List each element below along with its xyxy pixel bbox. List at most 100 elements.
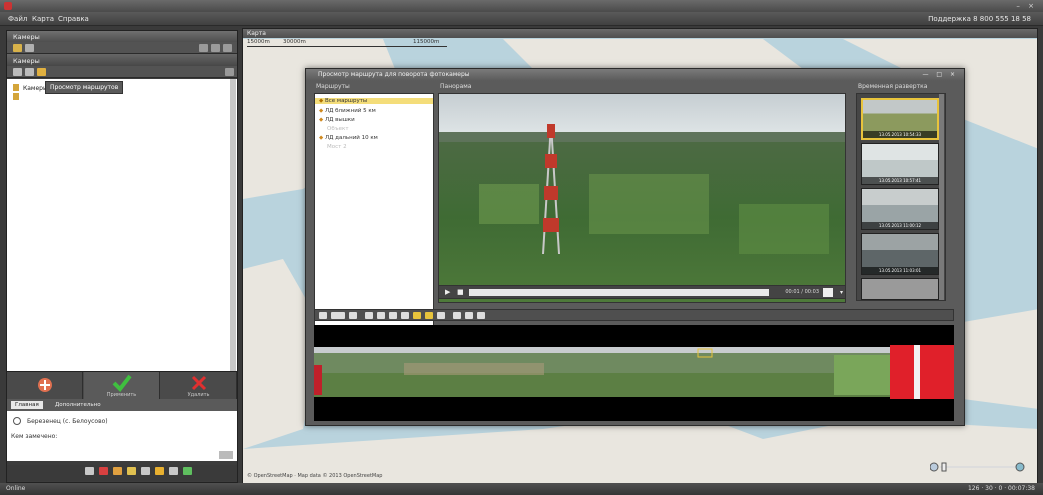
camera-icon[interactable] — [25, 44, 34, 52]
support-link[interactable]: Поддержка 8 800 555 18 58 — [928, 15, 1031, 23]
thumbnail[interactable]: 13.05.2013 11:00:12 — [861, 188, 939, 230]
camera-image — [439, 94, 845, 302]
add-button[interactable] — [7, 372, 83, 400]
tab-extra[interactable]: Дополнительно — [51, 401, 105, 409]
panel-toolbar — [7, 42, 237, 54]
record-icon[interactable] — [349, 312, 357, 319]
status-bar: Online 126 · 30 · 0 · 00:07:38 — [0, 483, 1043, 495]
checkmark-icon — [112, 374, 132, 393]
pointer-icon[interactable] — [319, 312, 327, 319]
warning-icon[interactable] — [155, 467, 164, 475]
help-icon[interactable] — [85, 467, 94, 475]
thumbnail[interactable]: 13.05.2013 10:57:41 — [861, 143, 939, 185]
player-controls: ▶ ■ 00:01 / 00:03 ▾ — [438, 285, 846, 299]
tree-node-cameras[interactable]: Камеры — [23, 85, 48, 92]
camera-name: Березенец (с. Белоусово) — [27, 418, 108, 425]
route-item[interactable]: ◆ Все маршруты — [315, 98, 433, 104]
fullscreen-icon[interactable] — [823, 288, 833, 297]
delete-button[interactable]: Удалить — [161, 372, 237, 400]
delete-icon — [191, 375, 206, 391]
route-view-icon[interactable] — [37, 68, 46, 76]
cameras-header: Камеры — [7, 54, 237, 66]
cameras-toolbar — [7, 66, 237, 78]
details-tabs: Главная Дополнительно — [7, 399, 237, 411]
scale-label: 115000m — [413, 39, 440, 45]
person-icon[interactable] — [127, 467, 136, 475]
app-window: – × Файл Карта Справка Поддержка 8 800 5… — [0, 0, 1043, 495]
scale-bar: 15000m 30000m 115000m — [247, 39, 447, 47]
panel-header: Камеры — [7, 31, 237, 42]
menu-help[interactable]: Справка — [58, 15, 89, 23]
monitor-icon[interactable] — [199, 44, 208, 52]
fire-icon[interactable] — [113, 467, 122, 475]
alarm-icon[interactable] — [99, 467, 108, 475]
tool-icon[interactable] — [389, 312, 397, 319]
pin-icon[interactable] — [377, 312, 385, 319]
route-item[interactable]: Объект — [319, 126, 349, 132]
save-icon[interactable] — [211, 44, 220, 52]
chevron-down-icon[interactable]: ▾ — [840, 289, 843, 296]
lock-icon[interactable] — [223, 44, 232, 52]
settings-icon[interactable] — [225, 68, 234, 76]
camera-icon — [13, 417, 21, 425]
play-button[interactable]: ▶ — [445, 288, 450, 296]
window-controls[interactable]: – × — [1016, 2, 1037, 10]
strip-scrollbar[interactable] — [939, 94, 944, 300]
action-bar: Применить Удалить — [7, 371, 237, 400]
status-icon[interactable] — [183, 467, 192, 475]
camera-tree[interactable]: Камеры — [7, 79, 237, 401]
panorama-strip[interactable] — [314, 325, 954, 421]
route-viewer-dialog: Просмотр маршрута для поворота фотокамер… — [305, 68, 965, 426]
thumbnail[interactable]: 13.05.2013 11:03:01 — [861, 233, 939, 275]
stop-button[interactable]: ■ — [457, 288, 464, 296]
map-header: Карта — [243, 29, 1037, 38]
apply-button[interactable]: Применить — [84, 372, 160, 400]
route-item[interactable]: ◆ ЛД ближний 5 км — [319, 108, 376, 114]
route-item[interactable]: Мост 2 — [319, 144, 347, 150]
marker-icon[interactable] — [365, 312, 373, 319]
thumbnail[interactable] — [861, 278, 939, 300]
details-panel: Березенец (с. Белоусово) Кем замечено: — [7, 411, 237, 461]
area-icon[interactable] — [425, 312, 433, 319]
video-icon[interactable] — [331, 312, 345, 319]
zoom-slider[interactable] — [930, 462, 1030, 472]
apply-label: Применить — [106, 392, 137, 398]
highlight-icon[interactable] — [413, 312, 421, 319]
measure-icon[interactable] — [401, 312, 409, 319]
dialog-title: Просмотр маршрута для поворота фотокамер… — [306, 69, 964, 81]
app-logo-icon — [4, 2, 12, 10]
panorama-label: Панорама — [440, 83, 472, 90]
left-panel: Камеры Камеры Камеры Просмотр маршрутов — [6, 30, 238, 483]
scale-label: 30000m — [283, 39, 306, 45]
line-icon[interactable] — [437, 312, 445, 319]
scale-line — [247, 46, 447, 47]
routes-label: Маршруты — [316, 83, 350, 90]
time-readout: 00:01 / 00:03 — [785, 289, 819, 295]
folder-icon[interactable] — [13, 44, 22, 52]
menu-file[interactable]: Файл — [8, 15, 27, 23]
progress-track[interactable] — [469, 289, 769, 296]
menu-map[interactable]: Карта — [32, 15, 54, 23]
add-icon — [37, 378, 52, 392]
time-sweep-label: Временная развертка — [858, 83, 928, 90]
camera-view[interactable] — [438, 93, 846, 303]
tab-main[interactable]: Главная — [11, 401, 43, 409]
tree-icon[interactable] — [13, 68, 22, 76]
monitor-icon[interactable] — [141, 467, 150, 475]
hand-icon[interactable] — [465, 312, 473, 319]
title-bar: – × — [0, 0, 1043, 12]
dialog-window-controls[interactable]: — □ × — [922, 71, 958, 78]
tooltip: Просмотр маршрутов — [45, 81, 124, 94]
cursor-icon[interactable] — [453, 312, 461, 319]
info-icon[interactable] — [169, 467, 178, 475]
thumbnail[interactable]: 13.05.2013 10:54:33 — [861, 98, 939, 140]
route-item[interactable]: ◆ ЛД дальний 10 км — [319, 135, 378, 141]
connection-status: Online — [6, 485, 26, 492]
edit-icon[interactable] — [219, 451, 233, 459]
route-item[interactable]: ◆ ЛД вышки — [319, 117, 355, 123]
menu-bar: Файл Карта Справка Поддержка 8 800 555 1… — [0, 12, 1043, 26]
tree-scrollbar[interactable] — [230, 79, 236, 401]
zoom-icon[interactable] — [477, 312, 485, 319]
delete-label: Удалить — [187, 392, 210, 398]
list-icon[interactable] — [25, 68, 34, 76]
